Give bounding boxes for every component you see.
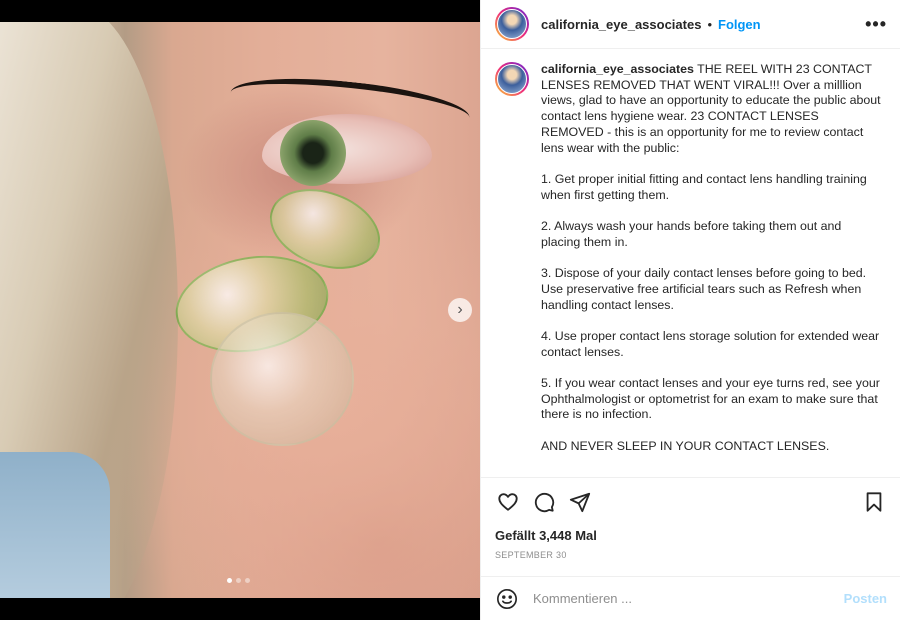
- avatar-image: [497, 64, 527, 94]
- heart-icon: [498, 493, 518, 511]
- post-caption: california_eye_associates THE REEL WITH …: [541, 62, 881, 477]
- post-date[interactable]: SEPTEMBER 30: [495, 550, 567, 560]
- avatar[interactable]: [495, 7, 529, 41]
- smiley-icon: [497, 588, 517, 609]
- post-media[interactable]: ›: [0, 0, 480, 620]
- bookmark-icon: [866, 492, 882, 512]
- action-bar: [495, 488, 887, 516]
- caption-username[interactable]: california_eye_associates: [541, 62, 694, 76]
- photo-contact-lens: [210, 312, 354, 446]
- comment-icon: [534, 492, 555, 513]
- carousel-dot: [236, 578, 241, 583]
- avatar-image: [497, 9, 527, 39]
- post-header: california_eye_associates • Folgen •••: [481, 0, 900, 49]
- emoji-button[interactable]: [495, 587, 519, 611]
- caption-avatar[interactable]: [495, 62, 529, 96]
- likes-count[interactable]: Gefällt 3,448 Mal: [495, 528, 597, 543]
- divider: [481, 477, 900, 478]
- save-button[interactable]: [861, 489, 887, 515]
- next-slide-button[interactable]: ›: [448, 298, 472, 322]
- comment-button[interactable]: [531, 489, 557, 515]
- post-comment-button[interactable]: Posten: [844, 591, 887, 606]
- carousel-dot-active: [227, 578, 232, 583]
- post-side-panel: california_eye_associates • Folgen ••• c…: [480, 0, 900, 620]
- carousel-dots: [227, 578, 250, 583]
- more-options-icon[interactable]: •••: [865, 14, 887, 35]
- follow-button[interactable]: Folgen: [718, 17, 761, 32]
- post-photo: [0, 22, 480, 598]
- caption-section: california_eye_associates THE REEL WITH …: [481, 49, 900, 477]
- share-button[interactable]: [567, 489, 593, 515]
- header-username[interactable]: california_eye_associates: [541, 17, 701, 32]
- comment-bar: Posten: [481, 576, 900, 620]
- paper-plane-icon: [569, 492, 591, 513]
- photo-iris: [280, 120, 346, 186]
- comment-input[interactable]: [531, 590, 844, 607]
- header-separator: •: [707, 16, 712, 32]
- photo-shirt: [0, 452, 110, 598]
- carousel-dot: [245, 578, 250, 583]
- chevron-right-icon: ›: [457, 301, 463, 318]
- caption-text: THE REEL WITH 23 CONTACT LENSES REMOVED …: [541, 62, 881, 453]
- like-button[interactable]: [495, 489, 521, 515]
